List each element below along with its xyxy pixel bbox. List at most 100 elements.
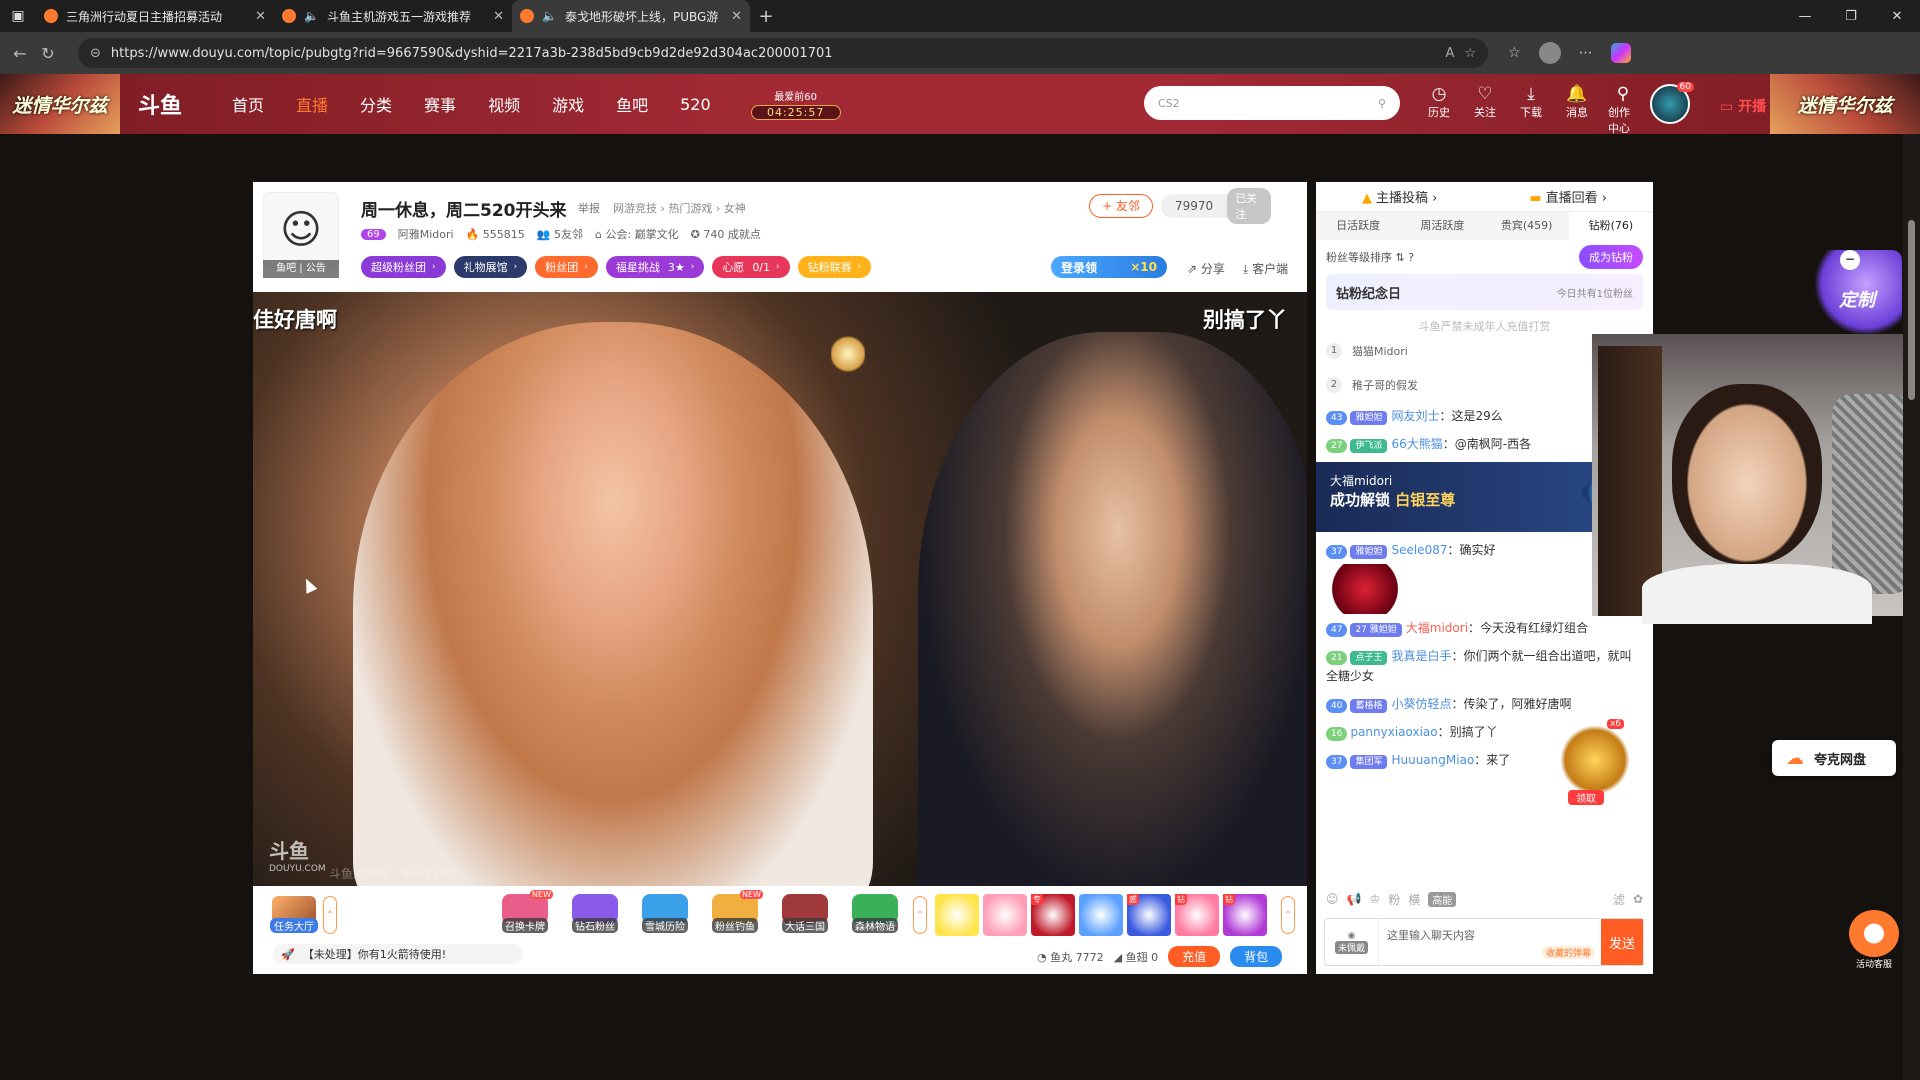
gift-effects-icon[interactable]: ✿ [1633,892,1643,906]
nav-yuba[interactable]: 鱼吧 [616,92,648,116]
tab-vip[interactable]: 贵宾(459) [1485,212,1569,240]
nav-video[interactable]: 视频 [488,92,520,116]
friends-count[interactable]: 👥 5友邻 [537,226,583,242]
chat-input[interactable]: 这里输入聊天内容 收藏的弹幕 [1379,919,1601,965]
banner-right[interactable]: 迷情华尔兹 [1770,74,1920,134]
browser-tab[interactable]: 三角洲行动夏日主播招募活动 ✕ [36,0,274,32]
crown-icon[interactable]: ♔ [1369,892,1380,906]
room-category-breadcrumb[interactable]: 网游竞技 › 热门游戏 › 女神 [613,200,746,216]
anchor-submissions-link[interactable]: ▲ 主播投稿 › [1362,187,1437,206]
frame-icon[interactable]: 横 [1408,891,1420,908]
room-pill[interactable]: 超级粉丝团 › [361,256,446,278]
chat-nickname[interactable]: 网友刘士 [1391,409,1439,423]
chat-message[interactable]: 21 点子王 我真是白手：你们两个就一组合出道吧，就叫全糖少女 [1316,642,1653,690]
speaker-icon[interactable]: 🔈 [304,9,319,23]
chat-nickname[interactable]: 我真是白手 [1391,649,1451,663]
gift-item[interactable] [935,894,979,936]
nav-esports[interactable]: 赛事 [424,92,456,116]
new-tab-icon[interactable]: + [750,6,782,27]
expand-left-button[interactable]: ⌃ [323,896,337,934]
chat-nickname[interactable]: 小葵仿轻点 [1391,697,1451,711]
search-icon[interactable]: ⚲ [1378,97,1386,110]
banner-left[interactable]: 迷情华尔兹 [0,74,120,134]
gift-item[interactable]: 惑 [1127,894,1171,936]
bag-button[interactable]: 背包 [1230,946,1283,967]
download-button[interactable]: ⤓ 下载 [1516,84,1546,136]
gift-item[interactable] [983,894,1027,936]
search-input[interactable]: CS2 [1158,97,1378,110]
charge-button[interactable]: 充值 [1168,946,1221,967]
game-entry[interactable]: 召换卡牌 NEW [493,890,557,940]
profile-avatar[interactable] [1538,42,1561,64]
diamond-anniversary-banner[interactable]: 钻粉纪念日 今日共有1位粉丝 [1326,274,1643,310]
creator-center-button[interactable]: ⚲ 创作中心 [1608,84,1638,136]
restore-icon[interactable]: ❐ [1828,0,1874,32]
event-countdown[interactable]: 最爱前60 04:25:57 [750,88,841,120]
emoji-icon[interactable]: ☺ [1326,892,1339,906]
chat-nickname[interactable]: HuuuangMiao [1391,753,1474,767]
chat-nickname[interactable]: Seele087 [1391,543,1447,557]
more-menu-icon[interactable]: ⋯ [1579,45,1593,61]
client-button[interactable]: ⤓ 客户端 [1243,260,1288,277]
chest-claim-button[interactable]: 领取 [1568,790,1604,805]
tab-diamond-fans[interactable]: 钻粉(76) [1568,212,1653,240]
browser-tab-active[interactable]: 🔈 泰戈地形破坏上线，PUBG游 ✕ [512,0,750,32]
back-icon[interactable]: ← [6,44,34,63]
send-button[interactable]: 发送 [1601,919,1643,965]
game-entry[interactable]: 森林物语 [843,894,907,940]
douyu-logo[interactable]: 斗鱼 [120,84,200,124]
report-link[interactable]: 举报 [578,200,600,216]
collections-icon[interactable]: ☆ [1508,45,1521,61]
chat-nickname[interactable]: 大福midori [1406,621,1468,635]
follow-widget[interactable]: 79970 已关注 [1161,188,1271,224]
chat-nickname[interactable]: pannyxiaoxiao [1350,725,1437,739]
rank-sort-label[interactable]: 粉丝等级排序 ⇅ ? [1326,249,1414,265]
collapse-icon[interactable]: − [1840,250,1860,270]
expand-games-button[interactable]: ⌃ [913,896,927,934]
fans-icon[interactable]: 粉 [1388,891,1400,908]
game-entry[interactable]: 粉丝钓鱼 NEW [703,890,767,940]
chat-message[interactable]: 40 蓄格格 小葵仿轻点：传染了，阿雅好唐啊 [1316,690,1653,718]
start-live-button[interactable]: ▭ 开播 [1720,96,1766,116]
close-tab-icon[interactable]: ✕ [731,9,742,24]
nav-520[interactable]: 520 [680,95,711,114]
quark-drive-button[interactable]: ☁ 夸克网盘 [1772,740,1896,776]
nav-category[interactable]: 分类 [360,92,392,116]
chat-message[interactable]: 47 27 雅妲妲 大福midori：今天没有红绿灯组合 [1316,614,1653,642]
page-scrollbar[interactable] [1903,134,1920,1080]
close-tab-icon[interactable]: ✕ [493,9,504,24]
messages-button[interactable]: 🔔 消息 [1562,84,1592,136]
treasure-chest[interactable]: x6 领取 [1560,719,1630,805]
user-avatar[interactable]: 60 [1650,82,1694,124]
site-info-icon[interactable]: ⊝ [90,46,101,61]
speaker-icon[interactable]: 🔈 [542,9,557,23]
anchor-avatar[interactable]: ☺ [263,192,339,268]
become-diamond-fan-button[interactable]: 成为钻粉 [1579,245,1643,269]
site-search[interactable]: CS2 ⚲ [1144,86,1400,120]
favorite-star-icon[interactable]: ☆ [1464,46,1476,61]
achievement-points[interactable]: ✪ 740 成就点 [691,226,761,242]
room-pill[interactable]: 礼物展馆 › [453,256,528,278]
close-window-icon[interactable]: ✕ [1874,0,1920,32]
tab-daily-active[interactable]: 日活跃度 [1316,212,1400,240]
rocket-notice[interactable]: 🚀 【未处理】你有1火箭待使用! [273,944,523,964]
room-pill[interactable]: 福星挑战 3★ › [605,256,705,278]
saved-danmaku-button[interactable]: 收藏的弹幕 [1541,946,1595,959]
megaphone-icon[interactable]: 📢 [1347,892,1362,906]
anchor-name[interactable]: 阿雅Midori [398,226,454,242]
game-entry[interactable]: 钻石粉丝 [563,894,627,940]
window-menu-icon[interactable]: ▣ [0,0,36,32]
room-pill[interactable]: 钻粉联赛 › [797,256,872,278]
scrollbar-thumb[interactable] [1908,220,1915,400]
follow-button[interactable]: ♡ 关注 [1470,84,1500,136]
support-button[interactable]: 活动客服 [1846,910,1902,970]
nav-home[interactable]: 首页 [232,92,264,116]
anchor-avatar-tags[interactable]: 鱼吧 | 公告 [263,260,339,278]
reload-icon[interactable]: ↻ [34,44,62,63]
read-aloud-icon[interactable]: A [1445,46,1454,61]
help-icon[interactable]: ? [1408,251,1414,264]
login-reward-pill[interactable]: 登录领 ×10 [1051,256,1167,278]
minimize-icon[interactable]: — [1782,0,1828,32]
gift-item[interactable]: 钻 [1223,894,1267,936]
live-video[interactable]: 佳好唐啊 别搞了丫 斗鱼 DOUYU.COM 斗鱼房间号：9667590 [253,292,1307,886]
